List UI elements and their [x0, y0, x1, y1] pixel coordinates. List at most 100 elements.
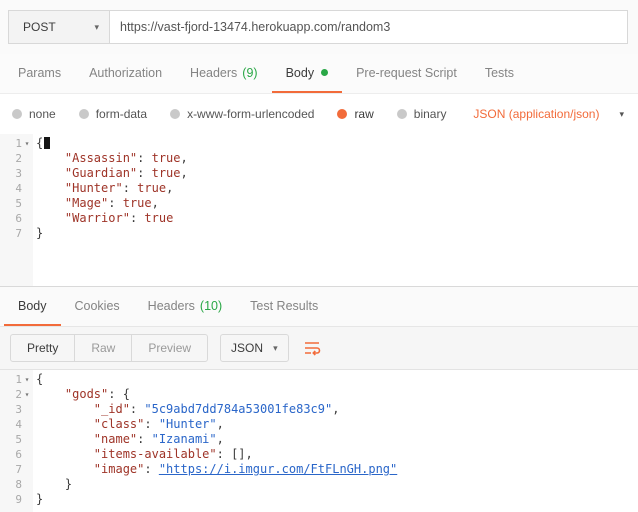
line-number-text: 6: [15, 212, 22, 225]
code-segment: "_id": [93, 402, 130, 416]
body-type-label: none: [29, 107, 56, 121]
wrap-text-button[interactable]: [303, 339, 321, 357]
code-segment: ,: [216, 417, 224, 431]
view-raw[interactable]: Raw: [74, 335, 131, 361]
code-segment: ,: [216, 432, 224, 446]
response-tab-test-results[interactable]: Test Results: [236, 287, 332, 326]
code-line: 1 ▾{: [0, 372, 638, 387]
body-type-none[interactable]: none: [12, 107, 56, 121]
code-line: 2 ▾ "gods": {: [0, 387, 638, 402]
code-segment: }: [36, 492, 44, 506]
body-type-form-data[interactable]: form-data: [78, 107, 147, 121]
content-type-dropdown[interactable]: JSON (application/json) ▾: [473, 107, 626, 121]
chevron-down-icon: ▾: [619, 108, 624, 119]
code-text: "_id": "5c9abd7dd784a53001fe83c9",: [33, 402, 638, 417]
line-number-text: 6: [15, 448, 22, 461]
code-segment: ,: [166, 181, 174, 195]
format-dropdown[interactable]: JSON ▾: [220, 334, 289, 362]
code-segment: true: [151, 166, 181, 180]
response-tab-cookies[interactable]: Cookies: [61, 287, 134, 326]
chevron-down-icon: ▾: [273, 342, 278, 353]
tab-authorization[interactable]: Authorization: [75, 54, 176, 93]
code-segment: "Hunter": [158, 417, 217, 431]
code-text: "image": "https://i.imgur.com/FtFLnGH.pn…: [33, 462, 638, 477]
code-line: 7}: [0, 226, 638, 241]
code-line: 3 "Guardian": true,: [0, 166, 638, 181]
body-type-label: x-www-form-urlencoded: [187, 107, 315, 121]
radio-icon: [396, 109, 407, 119]
body-type-row: none form-data x-www-form-urlencoded raw bin…: [0, 94, 638, 134]
fold-icon[interactable]: ▾: [22, 136, 32, 151]
fold-icon[interactable]: ▾: [22, 372, 32, 387]
tab-params[interactable]: Params: [4, 54, 75, 93]
tab-count: (9): [242, 65, 258, 80]
body-type-raw[interactable]: raw: [337, 107, 374, 121]
code-segment: :: [108, 387, 123, 401]
tab-headers[interactable]: Headers (9): [176, 54, 272, 93]
response-body-editor: 1 ▾{2 ▾ "gods": {3 "_id": "5c9abd7dd784a53…: [0, 370, 638, 512]
tab-pre-request-script[interactable]: Pre-request Script: [342, 54, 471, 93]
line-number-text: 7: [15, 227, 22, 240]
tab-tests[interactable]: Tests: [471, 54, 528, 93]
tab-label: Headers: [190, 65, 238, 80]
line-number-text: 5: [15, 197, 22, 210]
chevron-down-icon: ▾: [94, 21, 99, 32]
line-number: 6: [0, 447, 33, 462]
tab-label: Params: [18, 65, 62, 80]
line-number-text: 2: [15, 152, 22, 165]
view-pretty[interactable]: Pretty: [11, 335, 74, 361]
code-segment: :: [144, 417, 159, 431]
code-text: }: [33, 477, 638, 492]
response-panel: Body Cookies Headers (10) Test Results Prett…: [0, 286, 638, 512]
code-text: "Assassin": true,: [33, 151, 638, 166]
view-preview[interactable]: Preview: [131, 335, 207, 361]
radio-icon: [170, 109, 181, 119]
green-dot-icon: [321, 69, 329, 76]
code-segment: "Hunter": [64, 181, 123, 195]
line-number-text: 3: [15, 403, 22, 416]
tab-body[interactable]: Body: [271, 54, 343, 93]
body-type-binary[interactable]: binary: [396, 107, 446, 121]
view-switcher: Pretty Raw Preview: [10, 334, 209, 362]
fold-icon[interactable]: ▾: [22, 387, 32, 402]
code-text: "Mage": true,: [33, 196, 638, 211]
code-line: 2 "Assassin": true,: [0, 151, 638, 166]
line-number: 5: [0, 432, 33, 447]
code-text: "class": "Hunter",: [33, 417, 638, 432]
code-segment: ,: [332, 402, 340, 416]
line-number: 4: [0, 417, 33, 432]
line-number-text: 1: [15, 137, 22, 150]
body-type-x-www-form-urlencoded[interactable]: x-www-form-urlencoded: [170, 107, 314, 121]
code-line: 5 "Mage": true,: [0, 196, 638, 211]
tab-label: Body: [18, 298, 47, 313]
code-line: 3 "_id": "5c9abd7dd784a53001fe83c9",: [0, 402, 638, 417]
radio-icon: [337, 109, 348, 119]
response-toolbar: Pretty Raw Preview JSON ▾: [0, 327, 638, 370]
code-segment: true: [151, 151, 181, 165]
code-line: 7 "image": "https://i.imgur.com/FtFLnGH.…: [0, 462, 638, 477]
code-segment: :: [129, 402, 145, 416]
code-segment: "https://i.imgur.com/FtFLnGH.png": [158, 462, 398, 476]
response-tab-headers[interactable]: Headers (10): [134, 287, 236, 326]
code-segment: {: [36, 372, 44, 386]
code-line: 1 ▾{: [0, 136, 638, 151]
code-segment: :: [122, 181, 138, 195]
code-line: 8 }: [0, 477, 638, 492]
method-dropdown[interactable]: POST ▾: [8, 10, 110, 44]
radio-icon: [78, 109, 89, 119]
url-input[interactable]: [109, 10, 628, 44]
line-number: 1 ▾: [0, 372, 33, 387]
code-segment: }: [64, 477, 73, 491]
request-body-editor[interactable]: 1 ▾{2 "Assassin": true, 3 "Guardian": true…: [0, 134, 638, 286]
code-segment: ,: [151, 196, 159, 210]
line-number-text: 3: [15, 167, 22, 180]
code-segment: :: [137, 432, 152, 446]
response-tab-body[interactable]: Body: [4, 287, 61, 326]
line-number: 9: [0, 492, 33, 507]
code-segment: "class": [93, 417, 145, 431]
